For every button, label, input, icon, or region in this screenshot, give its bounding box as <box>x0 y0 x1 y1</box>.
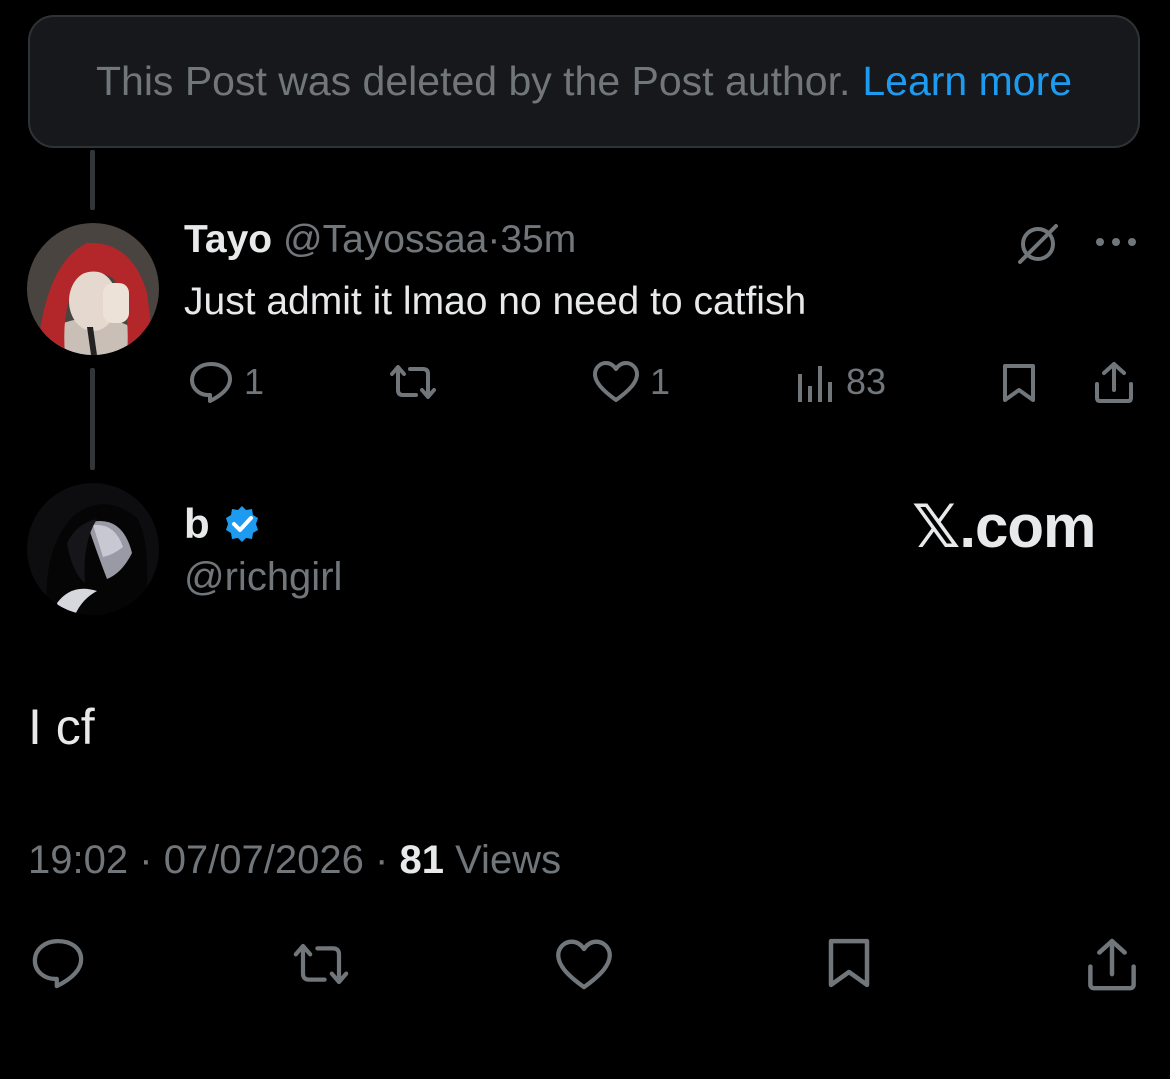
main-avatar-image <box>27 483 159 615</box>
grok-icon[interactable] <box>1016 222 1060 266</box>
more-icon[interactable] <box>1094 236 1138 248</box>
reply-avatar[interactable] <box>27 223 159 355</box>
reply-icon <box>190 362 232 403</box>
main-share-button[interactable] <box>1084 936 1140 992</box>
reply-header: Tayo @Tayossaa·35m <box>184 218 576 262</box>
x-com-watermark: 𝕏.com <box>912 493 1096 560</box>
repost-icon <box>390 365 436 399</box>
reply-author-handle[interactable]: @Tayossaa <box>283 218 487 261</box>
main-author-name-row: b <box>184 500 262 548</box>
post-metadata: 19:02 · 07/07/2026 · 81 Views <box>28 838 561 883</box>
repost-icon <box>293 943 349 985</box>
post-views-count: 81 <box>399 838 444 882</box>
bookmark-icon <box>828 938 870 988</box>
share-icon <box>1095 362 1133 403</box>
reply-author-name[interactable]: Tayo <box>184 218 272 261</box>
views-icon <box>798 366 832 402</box>
reply-separator: · <box>487 218 501 261</box>
meta-separator-1: · <box>139 838 153 882</box>
reply-avatar-image <box>27 223 159 355</box>
reply-repost-button[interactable] <box>386 362 440 402</box>
main-author-name[interactable]: b <box>184 500 210 548</box>
reply-text: Just admit it lmao no need to catfish <box>184 280 807 323</box>
reply-icon <box>32 938 84 989</box>
meta-separator-2: · <box>375 838 389 882</box>
post-time[interactable]: 19:02 <box>28 838 128 882</box>
reply-bookmark-button[interactable] <box>1000 362 1038 404</box>
like-count: 1 <box>650 361 671 402</box>
reply-timestamp[interactable]: 35m <box>500 218 576 261</box>
reply-views-button[interactable]: 83 <box>796 360 886 404</box>
learn-more-link[interactable]: Learn more <box>862 58 1072 105</box>
main-avatar[interactable] <box>27 483 159 615</box>
like-icon <box>556 939 612 990</box>
verified-badge-icon[interactable] <box>222 504 262 544</box>
reply-count: 1 <box>244 361 265 402</box>
main-reply-button[interactable] <box>30 936 86 990</box>
bookmark-icon <box>1003 364 1035 402</box>
reply-reply-button[interactable]: 1 <box>188 360 264 404</box>
deleted-post-notice: This Post was deleted by the Post author… <box>28 15 1140 148</box>
main-author-handle[interactable]: @richgirl <box>184 555 342 600</box>
main-like-button[interactable] <box>554 938 614 992</box>
main-repost-button[interactable] <box>288 940 354 988</box>
main-bookmark-button[interactable] <box>824 936 874 990</box>
thread-line-top <box>90 150 95 210</box>
thread-line-middle <box>90 368 95 470</box>
deleted-notice-text: This Post was deleted by the Post author… <box>95 58 851 104</box>
view-count: 83 <box>846 361 887 402</box>
main-post-text: I cf <box>28 699 95 755</box>
reply-share-button[interactable] <box>1092 360 1136 404</box>
share-icon <box>1088 938 1136 991</box>
reply-like-button[interactable]: 1 <box>592 360 670 404</box>
post-views-label: Views <box>455 838 562 882</box>
post-date[interactable]: 07/07/2026 <box>164 838 364 882</box>
like-icon <box>593 361 639 402</box>
